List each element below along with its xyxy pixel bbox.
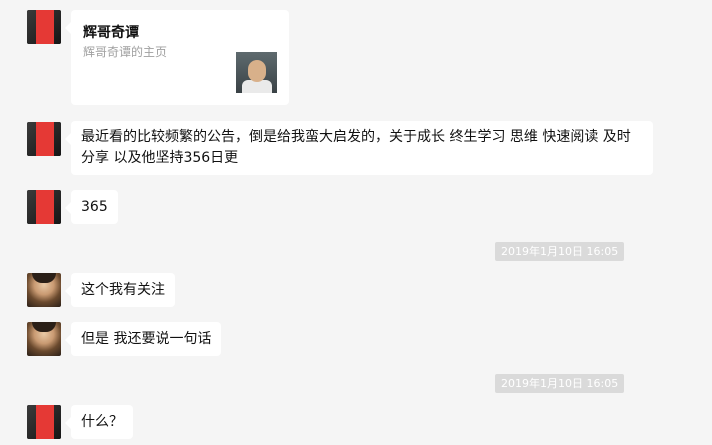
sender-avatar[interactable] [27, 122, 61, 156]
contact-avatar[interactable] [27, 322, 61, 356]
message-bubble[interactable]: 最近看的比较频繁的公告，倒是给我蛮大启发的，关于成长 终生学习 思维 快速阅读 … [65, 121, 653, 175]
message-text: 这个我有关注 [81, 282, 165, 298]
message-text: 最近看的比较频繁的公告，倒是给我蛮大启发的，关于成长 终生学习 思维 快速阅读 … [81, 129, 631, 166]
sender-avatar[interactable] [27, 10, 61, 44]
message-text: 但是 我还要说一句话 [81, 331, 212, 347]
message-text: 365 [81, 199, 108, 215]
sender-avatar[interactable] [27, 190, 61, 224]
sender-avatar[interactable] [27, 405, 61, 439]
message-text: 什么？ [81, 414, 123, 430]
profile-card[interactable]: 辉哥奇谭 辉哥奇谭的主页 [65, 10, 289, 105]
contact-avatar[interactable] [27, 273, 61, 307]
timestamp: 2019年1月10日 16:05 [495, 374, 625, 393]
message-bubble[interactable]: 但是 我还要说一句话 [64, 322, 222, 356]
card-title: 辉哥奇谭 [83, 25, 139, 41]
message-bubble[interactable]: 365 [65, 190, 118, 224]
message-bubble[interactable]: 这个我有关注 [65, 273, 175, 307]
card-subtitle: 辉哥奇谭的主页 [83, 45, 168, 59]
timestamp: 2019年1月10日 16:05 [495, 242, 625, 261]
profile-thumbnail-icon [236, 52, 277, 93]
message-bubble[interactable]: 什么？ [65, 405, 133, 439]
